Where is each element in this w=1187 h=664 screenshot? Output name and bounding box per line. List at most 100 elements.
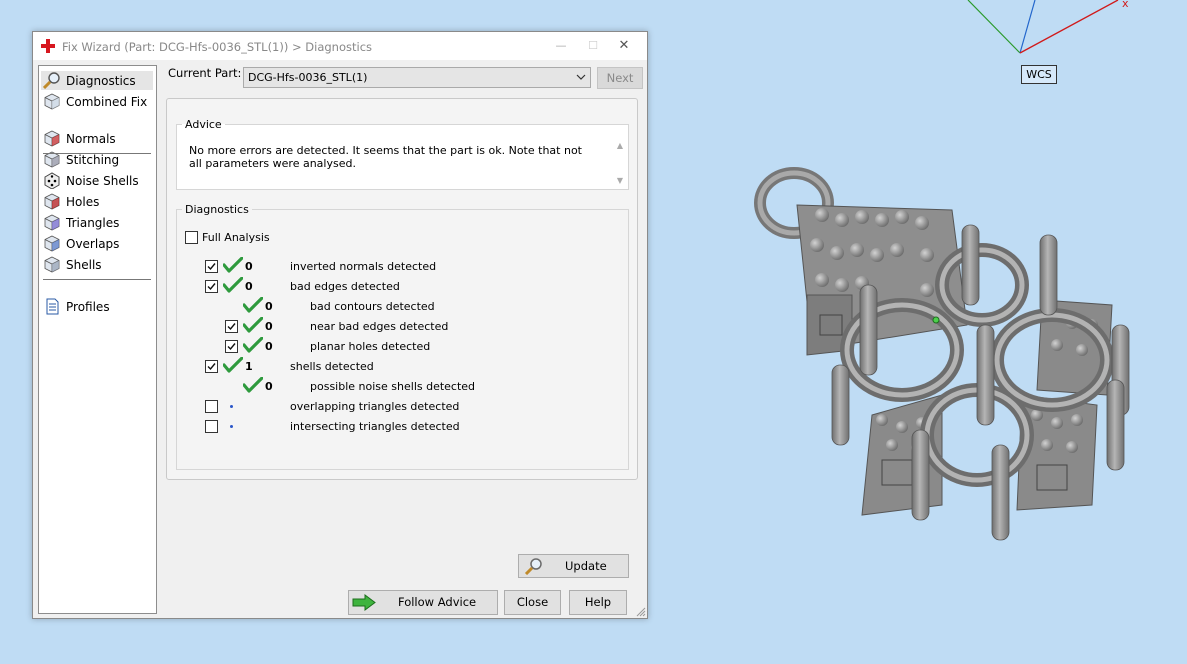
- full-analysis-option[interactable]: Full Analysis: [185, 230, 305, 246]
- chevron-down-icon: [576, 74, 586, 80]
- sidebar-item-label: Holes: [66, 195, 100, 209]
- advice-group: Advice No more errors are detected. It s…: [176, 118, 629, 190]
- axis-x-label: x: [1122, 0, 1129, 10]
- green-arrow-icon: [352, 594, 376, 611]
- cube-shells-icon: [43, 256, 61, 273]
- diagnostic-row: 1 shells detected: [205, 356, 605, 375]
- sidebar-item-label: Triangles: [66, 216, 120, 230]
- diagnostics-panel: Advice No more errors are detected. It s…: [166, 98, 638, 578]
- diagnostic-count: 0: [265, 380, 273, 393]
- sidebar-item-profiles[interactable]: Profiles: [41, 297, 153, 316]
- sidebar-item-label: Overlaps: [66, 237, 120, 251]
- cube-normals-icon: [43, 130, 61, 147]
- cube-overlaps-icon: [43, 235, 61, 252]
- sidebar-item-label: Shells: [66, 258, 102, 272]
- diagnostic-count: 1: [245, 360, 253, 373]
- diagnostic-label: near bad edges detected: [310, 320, 449, 333]
- diagnostic-checkbox[interactable]: [205, 260, 218, 273]
- update-button[interactable]: Update: [518, 554, 629, 578]
- diagnostic-row: 0 bad edges detected: [205, 276, 605, 296]
- magnifier-icon: [524, 558, 542, 575]
- fix-wizard-window: Fix Wizard (Part: DCG-Hfs-0036_STL(1)) >…: [32, 31, 648, 619]
- diagnostic-label: inverted normals detected: [290, 260, 437, 273]
- sidebar-item-normals[interactable]: Normals: [41, 129, 153, 148]
- advice-text: No more errors are detected. It seems th…: [189, 144, 582, 170]
- green-check-icon: [222, 276, 244, 296]
- full-analysis-checkbox[interactable]: [185, 231, 198, 244]
- status-dot-icon: [230, 405, 233, 408]
- 3d-model-view[interactable]: [752, 165, 1152, 555]
- cube-icon: [43, 93, 61, 110]
- diagnostic-label: intersecting triangles detected: [290, 420, 460, 433]
- axis-triad: x: [967, 0, 1129, 54]
- diagnostic-count: 0: [265, 340, 273, 353]
- follow-advice-label: Follow Advice: [398, 595, 477, 609]
- follow-advice-button[interactable]: Follow Advice: [348, 590, 498, 615]
- diagnostic-checkbox[interactable]: [205, 400, 218, 413]
- sidebar-item-label: Combined Fix: [66, 95, 148, 109]
- diagnostic-row: 0 near bad edges detected: [205, 316, 605, 336]
- diagnostic-label: overlapping triangles detected: [290, 400, 460, 413]
- diagnostic-checkbox[interactable]: [205, 360, 218, 373]
- diagnostic-row: 0 inverted normals detected: [205, 256, 605, 275]
- diagnostic-row: 0 planar holes detected: [205, 336, 605, 355]
- sidebar-item-noise-shells[interactable]: Noise Shells: [41, 171, 153, 190]
- maximize-button[interactable]: ☐: [578, 36, 608, 56]
- diagnostic-count: 0: [245, 260, 253, 273]
- advice-scrollbar[interactable]: ▲ ▼: [614, 141, 626, 189]
- status-dot-icon: [230, 425, 233, 428]
- cube-holes-icon: [43, 193, 61, 210]
- diagnostic-count: 0: [265, 300, 273, 313]
- diagnostic-checkbox[interactable]: [205, 280, 218, 293]
- magnifier-icon: [42, 72, 61, 90]
- diagnostic-label: possible noise shells detected: [310, 380, 476, 393]
- sidebar-item-label: Diagnostics: [66, 74, 136, 88]
- sidebar-item-label: Noise Shells: [66, 174, 139, 188]
- current-part-label: Current Part:: [168, 66, 242, 80]
- diagnostic-row: 0 bad contours detected: [205, 296, 605, 316]
- sidebar-item-shells[interactable]: Shells: [41, 255, 153, 274]
- sidebar-item-combined-fix[interactable]: Combined Fix: [41, 92, 153, 111]
- wizard-sidebar: Diagnostics Combined Fix Normals Stitching N…: [38, 65, 157, 614]
- help-button[interactable]: Help: [569, 590, 627, 615]
- diagnostic-row: 0 possible noise shells detected: [205, 376, 605, 396]
- minimize-button[interactable]: —: [546, 36, 576, 56]
- red-cross-icon: [41, 39, 55, 53]
- diagnostic-checkbox[interactable]: [205, 420, 218, 433]
- cube-triangles-icon: [43, 214, 61, 231]
- sidebar-item-triangles[interactable]: Triangles: [41, 213, 153, 232]
- current-part-select[interactable]: DCG-Hfs-0036_STL(1): [243, 67, 591, 88]
- window-title: Fix Wizard (Part: DCG-Hfs-0036_STL(1)) >…: [62, 40, 373, 54]
- document-icon: [43, 298, 61, 315]
- diagnostic-row: overlapping triangles detected: [205, 399, 605, 415]
- green-check-icon: [242, 296, 264, 316]
- sidebar-item-holes[interactable]: Holes: [41, 192, 153, 211]
- green-check-icon: [242, 376, 264, 396]
- scroll-up-icon[interactable]: ▲: [614, 141, 626, 150]
- diagnostic-count: 0: [245, 280, 253, 293]
- title-bar[interactable]: Fix Wizard (Part: DCG-Hfs-0036_STL(1)) >…: [33, 32, 647, 60]
- wcs-label: WCS: [1021, 65, 1057, 84]
- update-label: Update: [565, 559, 607, 573]
- close-button[interactable]: Close: [504, 590, 561, 615]
- diagnostic-label: planar holes detected: [310, 340, 431, 353]
- advice-legend: Advice: [185, 118, 222, 131]
- sidebar-item-label: Stitching: [66, 153, 120, 167]
- green-check-icon: [242, 316, 264, 336]
- sidebar-divider: [43, 153, 151, 154]
- sidebar-item-overlaps[interactable]: Overlaps: [41, 234, 153, 253]
- close-window-button[interactable]: ✕: [609, 36, 639, 56]
- diagnostic-label: shells detected: [290, 360, 374, 373]
- diagnostics-legend: Diagnostics: [185, 203, 249, 216]
- scroll-down-icon[interactable]: ▼: [614, 176, 626, 185]
- diagnostic-checkbox[interactable]: [225, 320, 238, 333]
- dice-icon: [43, 172, 61, 190]
- resize-grip-icon[interactable]: [634, 605, 646, 617]
- diagnostic-checkbox[interactable]: [225, 340, 238, 353]
- next-button[interactable]: Next: [597, 67, 643, 89]
- sidebar-item-diagnostics[interactable]: Diagnostics: [41, 71, 153, 90]
- diagnostics-group: Diagnostics Full Analysis 0 inverted norm…: [176, 203, 629, 578]
- diagnostic-row: intersecting triangles detected: [205, 419, 605, 435]
- sidebar-item-label: Profiles: [66, 300, 110, 314]
- sidebar-item-label: Normals: [66, 132, 116, 146]
